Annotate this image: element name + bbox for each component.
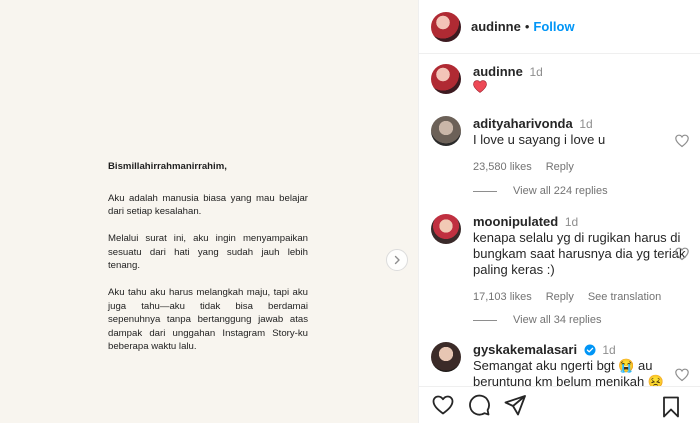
post-actions-bar [419,386,700,423]
comment-bubble-icon[interactable] [467,393,491,417]
caption-username[interactable]: audinne [473,64,523,79]
view-replies-button[interactable]: View all 224 replies [473,185,608,197]
see-translation-button[interactable]: See translation [588,289,661,305]
letter-text: Bismillahirrahmanirrahim, Aku adalah man… [108,160,308,367]
heart-outline-icon[interactable] [675,247,689,261]
header-username[interactable]: audinne [471,19,521,34]
view-replies-label[interactable]: View all 34 replies [513,314,601,326]
comments-list[interactable]: audinne 1d adityaharivonda 1d I love u s… [419,54,700,386]
avatar[interactable] [431,11,461,42]
caption: audinne 1d [431,64,693,97]
view-replies-label[interactable]: View all 224 replies [513,185,608,197]
comment-likes[interactable]: 23,580 likes [473,159,532,175]
post-header: audinne • Follow [419,0,700,54]
red-heart-icon [473,80,487,93]
comment-username[interactable]: adityaharivonda [473,116,573,131]
caption-time[interactable]: 1d [529,65,542,79]
next-slide-button[interactable] [386,249,408,271]
comment-likes[interactable]: 17,103 likes [473,289,532,305]
bookmark-icon[interactable] [659,395,683,419]
replies-divider [473,319,497,321]
comment-time[interactable]: 1d [602,343,615,357]
verified-badge-icon [584,344,596,356]
comments-panel: audinne • Follow audinne 1d adityaharivo… [418,0,700,423]
comment-time[interactable]: 1d [579,117,592,131]
letter-greeting: Bismillahirrahmanirrahim, [108,161,227,172]
comment-text: I love u sayang i love u [473,132,606,147]
avatar[interactable] [431,116,461,146]
heart-outline-icon[interactable] [675,368,689,382]
comment-text: kenapa selalu yg di rugikan harus di bun… [473,230,686,277]
avatar[interactable] [431,214,461,244]
comment: adityaharivonda 1d I love u sayang i lov… [431,116,693,175]
comment-time[interactable]: 1d [565,215,578,229]
like-heart-icon[interactable] [431,393,455,417]
comment-username[interactable]: gyskakemalasari [473,342,577,357]
reply-button[interactable]: Reply [546,289,574,305]
reply-button[interactable]: Reply [546,159,574,175]
header-separator: • [524,19,530,34]
replies-divider [473,190,497,192]
share-paper-plane-icon[interactable] [503,393,527,417]
letter-paragraph-2: Melalui surat ini, aku ingin menyampaika… [108,233,308,271]
comment: moonipulated 1d kenapa selalu yg di rugi… [431,214,693,305]
follow-button[interactable]: Follow [533,19,574,34]
heart-outline-icon[interactable] [675,134,689,148]
post-image: Bismillahirrahmanirrahim, Aku adalah man… [0,0,418,423]
comment: gyskakemalasari 1d Semangat aku ngerti b… [431,342,693,386]
comment-text: Semangat aku ngerti bgt 😭 au beruntung k… [473,358,665,386]
view-replies-button[interactable]: View all 34 replies [473,314,601,326]
avatar[interactable] [431,64,461,94]
letter-paragraph-1: Aku adalah manusia biasa yang mau belaja… [108,192,308,218]
comment-username[interactable]: moonipulated [473,214,558,229]
avatar[interactable] [431,342,461,372]
chevron-right-icon [394,255,400,265]
letter-paragraph-3: Aku tahu aku harus melangkah maju, tapi … [108,287,308,352]
caption-heart-icon [473,80,693,97]
